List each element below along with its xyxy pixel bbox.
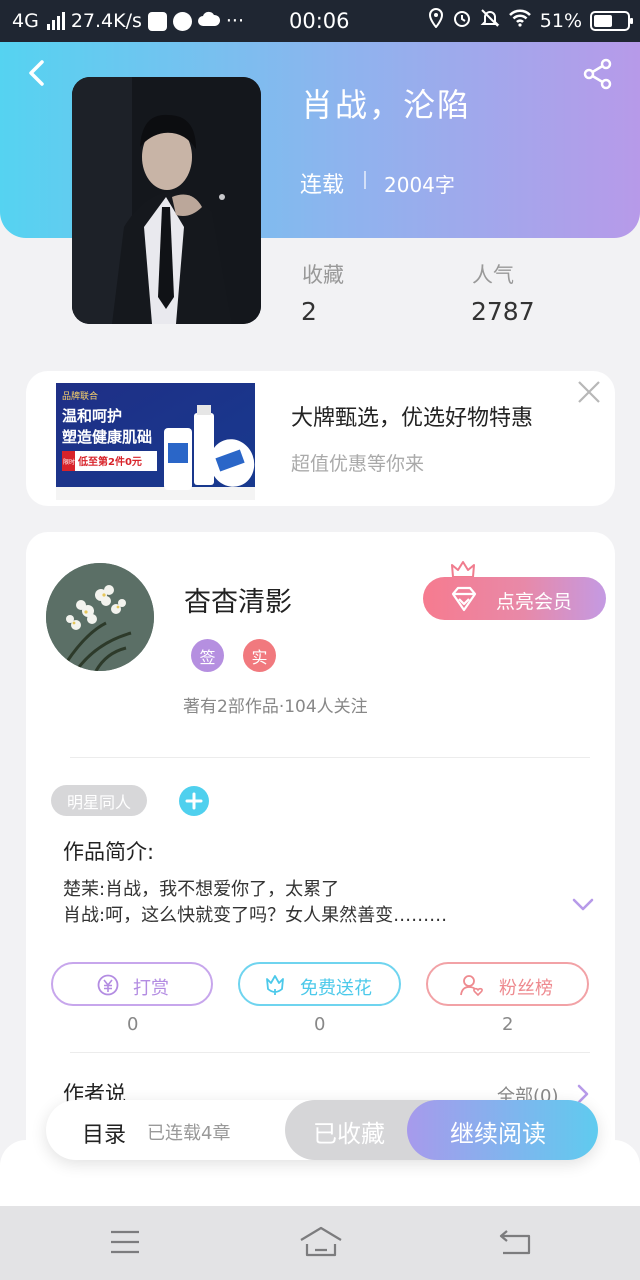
back-button[interactable] [22,58,52,88]
reward-button[interactable]: 打赏 [51,962,213,1006]
back-nav-icon[interactable] [498,1228,532,1256]
add-tag-button[interactable] [179,786,209,816]
tag-chip[interactable]: 明星同人 [51,785,147,816]
flower-count: 0 [314,1014,326,1035]
diamond-icon [451,586,477,612]
ad-title: 大牌甄选，优选好物特惠 [291,406,534,431]
coin-icon [97,974,119,996]
fan-count: 2 [502,1014,514,1035]
collected-label: 已收藏 [313,1120,385,1148]
fan-rank-button[interactable]: 粉丝榜 [426,962,589,1006]
chevron-left-icon [29,60,44,86]
continue-reading-button[interactable]: 继续阅读 [407,1100,598,1160]
system-nav-bar [0,1206,640,1280]
network-type: 4G [12,10,39,32]
cloud-icon [197,10,220,32]
wifi-icon [508,9,532,32]
flower-icon [266,975,284,995]
reward-count: 0 [127,1014,139,1035]
home-icon[interactable] [299,1226,343,1258]
status-bar: 4G 27.4K/s ··· 00:06 51% [0,0,640,42]
continue-reading-label: 继续阅读 [450,1120,546,1148]
meta-divider [364,171,366,189]
book-cover[interactable] [72,77,261,324]
chapter-count[interactable]: 已连载4章 [147,1119,230,1145]
send-flower-button[interactable]: 免费送花 [238,962,401,1006]
favorites-label: 收藏 [302,263,344,287]
vip-button-label: 点亮会员 [496,591,573,613]
close-icon [578,381,600,403]
book-status: 连载 [300,173,345,198]
battery-percent: 51% [539,9,582,32]
fan-icon [460,975,483,997]
intro-label: 作品简介: [63,840,155,864]
share-button[interactable] [582,58,614,90]
book-word-count: 2004字 [384,173,455,197]
network-speed: 27.4K/s [70,10,142,32]
divider [70,757,590,758]
ad-brand-text: 品牌联合 [62,390,98,402]
notification-app-icon [147,11,167,31]
alarm-icon [452,8,472,33]
orchid-avatar-image [46,563,154,671]
clock: 00:06 [289,9,350,33]
more-notifications-indicator: ··· [225,10,245,32]
book-title: 肖战，沦陷 [301,86,472,124]
fan-rank-label: 粉丝榜 [499,978,553,999]
menu-icon[interactable] [110,1228,140,1256]
reward-label: 打赏 [133,978,169,999]
favorites-count: 2 [301,297,317,326]
ad-promo-tag: 限时 [63,458,75,466]
cover-portrait-image [72,77,261,324]
intro-line: 楚茉:肖战，我不想爱你了，太累了 [63,879,340,900]
chevron-down-icon [572,898,594,911]
expand-intro-button[interactable] [570,894,596,914]
ad-line-1: 温和呵护 [62,407,122,425]
share-icon [583,58,612,90]
popularity-count: 2787 [471,297,535,326]
catalog-button[interactable]: 目录 [82,1117,126,1149]
ad-image[interactable]: 品牌联合 温和呵护 塑造健康肌础 限时 低至第2件0元 [56,383,255,500]
location-icon [428,7,444,33]
verified-badge: 实 [243,639,276,672]
intro-text[interactable]: 楚茉:肖战，我不想爱你了，太累了 肖战:呵，这么快就变了吗？女人果然善变……… [63,877,553,929]
divider [70,1052,590,1053]
author-name[interactable]: 杳杳清影 [184,580,292,619]
ad-close-button[interactable] [575,378,603,406]
author-avatar[interactable] [46,563,154,671]
plus-icon [185,792,203,810]
vip-button[interactable]: 点亮会员 [423,577,606,620]
author-stats: 著有2部作品·104人关注 [183,697,368,717]
battery-icon [590,10,633,31]
ad-promo-text: 低至第2件0元 [77,455,142,468]
popularity-label: 人气 [472,263,514,287]
ad-product-image: 品牌联合 温和呵护 塑造健康肌础 限时 低至第2件0元 [56,383,255,500]
send-flower-label: 免费送花 [300,978,372,999]
signal-icon [46,12,65,30]
browser-app-icon [172,11,192,31]
ad-subtitle: 超值优惠等你来 [291,453,425,475]
mute-icon [480,8,500,33]
signed-badge: 签 [191,639,224,672]
intro-line: 肖战:呵，这么快就变了吗？女人果然善变……… [63,905,448,926]
ad-line-2: 塑造健康肌础 [62,428,152,446]
